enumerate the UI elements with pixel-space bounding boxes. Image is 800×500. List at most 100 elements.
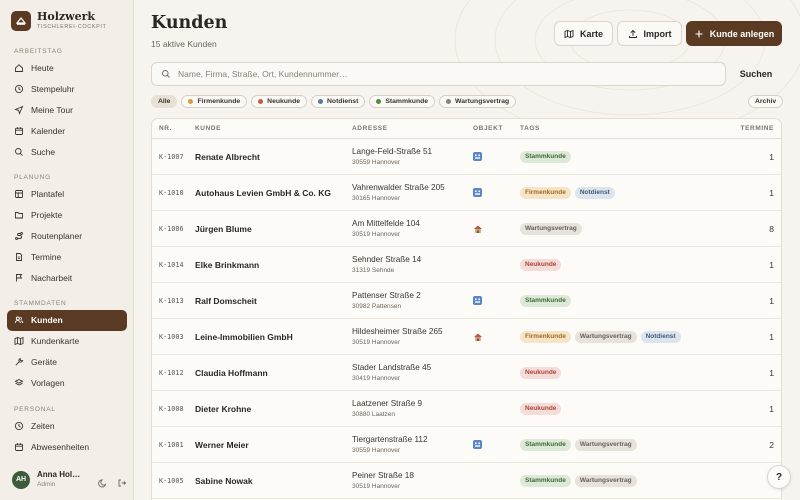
import-button-label: Import	[643, 28, 672, 39]
tool-icon	[15, 358, 24, 366]
search-input[interactable]	[178, 69, 698, 79]
tag-badge: Stammkunde	[520, 438, 571, 451]
tags-cell: Stammkunde Wartungsvertrag	[520, 474, 720, 487]
tag-badge: Notdienst	[640, 330, 681, 343]
sidebar-item-kunden[interactable]: Kunden	[7, 310, 127, 331]
sidebar-item-label: Geräte	[31, 356, 57, 367]
column-header-objekt[interactable]: OBJEKT	[473, 125, 520, 132]
customer-number: K-1008	[159, 404, 184, 413]
archive-button[interactable]: Archiv	[748, 95, 784, 108]
layers-icon	[14, 378, 24, 386]
add-customer-button[interactable]: Kunde anlegen	[686, 21, 782, 46]
table-row[interactable]: K-1001 Werner Meier Tiergartenstraße 112 30…	[152, 427, 781, 463]
table-row[interactable]: K-1010 Autohaus Levien GmbH & Co. KG Vahre…	[152, 175, 781, 211]
column-header-nr[interactable]: NR.	[152, 125, 195, 132]
nav-section-heading: ARBEITSTAG	[14, 48, 63, 55]
sidebar-item-kalender[interactable]: Kalender	[7, 120, 127, 141]
sidebar-item-heute[interactable]: Heute	[7, 58, 127, 79]
house-icon	[474, 225, 482, 233]
search-box	[151, 62, 726, 86]
filter-chip-label: Firmenkunde	[197, 98, 241, 105]
tag-color-dot	[376, 99, 382, 104]
navigation-icon	[14, 105, 24, 115]
appointment-count: 1	[769, 295, 774, 306]
avatar[interactable]: AH	[12, 470, 30, 489]
customer-number: K-1013	[159, 296, 184, 305]
customer-number: K-1003	[159, 332, 184, 341]
brand[interactable]: Holzwerk TISCHLEREI-COCKPIT	[11, 11, 106, 31]
brand-name: Holzwerk	[37, 10, 96, 23]
address-street: Pattenser Straße 2	[352, 290, 421, 300]
search-button[interactable]: Suchen	[734, 62, 778, 86]
sidebar-item-suche[interactable]: Suche	[7, 141, 127, 162]
customer-number: K-1001	[159, 440, 184, 449]
object-cell	[473, 188, 520, 197]
table-row[interactable]: K-1012 Claudia Hoffmann Stader Landstraße …	[152, 355, 781, 391]
sidebar-item-label: Heute	[31, 63, 54, 74]
table-row[interactable]: K-1014 Elke Brinkmann Sehnder Straße 14 313…	[152, 247, 781, 283]
address-street: Am Mittelfelde 104	[352, 218, 420, 228]
import-button[interactable]: Import	[617, 21, 682, 46]
appointment-count: 1	[769, 331, 774, 342]
address-city: 30880 Laatzen	[352, 410, 396, 418]
sidebar-item-nacharbeit[interactable]: Nacharbeit	[7, 267, 127, 288]
sidebar-item-zeiten[interactable]: Zeiten	[7, 416, 127, 437]
sidebar-item-vorlagen[interactable]: Vorlagen	[7, 372, 127, 393]
column-header-tags[interactable]: TAGS	[520, 125, 720, 132]
filter-chip-wartungsvertrag[interactable]: Wartungsvertrag	[439, 95, 517, 108]
table-row[interactable]: K-1007 Renate Albrecht Lange-Feld-Straße 5…	[152, 139, 781, 175]
help-button[interactable]: ?	[767, 465, 791, 489]
object-cell	[473, 440, 520, 449]
object-cell	[473, 296, 520, 305]
sidebar-item-plantafel[interactable]: Plantafel	[7, 184, 127, 205]
filter-chip-alle[interactable]: Alle	[151, 95, 178, 108]
table-row[interactable]: K-1003 Leine-Immobilien GmbH Hildesheimer …	[152, 319, 781, 355]
map-button[interactable]: Karte	[554, 21, 613, 46]
sidebar-item-abwesenheiten[interactable]: Abwesenheiten	[7, 437, 127, 458]
brand-subtitle: TISCHLEREI-COCKPIT	[37, 24, 107, 30]
nav-section-heading: PLANUNG	[14, 174, 52, 181]
logout-icon[interactable]	[117, 475, 127, 486]
address-street: Peiner Straße 18	[352, 470, 414, 480]
column-header-kunde[interactable]: KUNDE	[195, 125, 352, 132]
customer-name: Autohaus Levien GmbH & Co. KG	[195, 187, 332, 198]
search-icon	[15, 147, 23, 156]
table-row[interactable]: K-1013 Ralf Domscheit Pattenser Straße 2 30…	[152, 283, 781, 319]
sidebar-item-stempeluhr[interactable]: Stempeluhr	[7, 79, 127, 100]
object-cell	[473, 224, 520, 234]
sidebar-item-meine-tour[interactable]: Meine Tour	[7, 100, 127, 121]
filter-chip-notdienst[interactable]: Notdienst	[311, 95, 366, 108]
address-street: Vahrenwalder Straße 205	[352, 182, 445, 192]
table-row[interactable]: K-1008 Dieter Krohne Laatzener Straße 9 308…	[152, 391, 781, 427]
filter-chip-stammkunde[interactable]: Stammkunde	[369, 95, 436, 108]
address-city: 30165 Hannover	[352, 194, 401, 202]
tags-cell: Neukunde	[520, 258, 720, 271]
tags-cell: Firmenkunde Notdienst	[520, 186, 720, 199]
customer-address: Peiner Straße 18 30519 Hannover	[352, 470, 473, 492]
add-customer-button-label: Kunde anlegen	[709, 28, 775, 39]
filter-chip-label: Stammkunde	[385, 98, 429, 105]
moon-icon[interactable]	[98, 475, 108, 487]
sidebar-item-routenplaner[interactable]: Routenplaner	[7, 226, 127, 247]
sidebar-item-termine[interactable]: Termine	[7, 246, 127, 267]
column-header-adresse[interactable]: ADRESSE	[352, 125, 473, 132]
page-title: Kunden	[151, 13, 228, 33]
column-header-termine[interactable]: TERMINE	[720, 125, 781, 132]
sidebar-item-kundenkarte[interactable]: Kundenkarte	[7, 331, 127, 352]
sidebar-item-geraete[interactable]: Geräte	[7, 352, 127, 373]
customer-name: Jürgen Blume	[195, 223, 252, 234]
sidebar-item-projekte[interactable]: Projekte	[7, 205, 127, 226]
address-city: 30982 Pattensen	[352, 302, 402, 310]
customer-number: K-1007	[159, 152, 184, 161]
folder-icon	[15, 212, 23, 219]
table-row[interactable]: K-1006 Jürgen Blume Am Mittelfelde 104 3051…	[152, 211, 781, 247]
customer-address: Laatzener Straße 9 30880 Laatzen	[352, 398, 473, 420]
address-city: 30559 Hannover	[352, 158, 401, 166]
filter-chip-neukunde[interactable]: Neukunde	[251, 95, 308, 108]
tags-cell: Firmenkunde Wartungsvertrag Notdienst	[520, 330, 720, 343]
customer-address: Lange-Feld-Straße 51 30559 Hannover	[352, 146, 473, 168]
building-icon	[473, 152, 482, 161]
filter-chip-firmenkunde[interactable]: Firmenkunde	[181, 95, 248, 108]
tags-cell: Wartungsvertrag	[520, 222, 720, 235]
table-row[interactable]: K-1005 Sabine Nowak Peiner Straße 18 30519 …	[152, 463, 781, 499]
